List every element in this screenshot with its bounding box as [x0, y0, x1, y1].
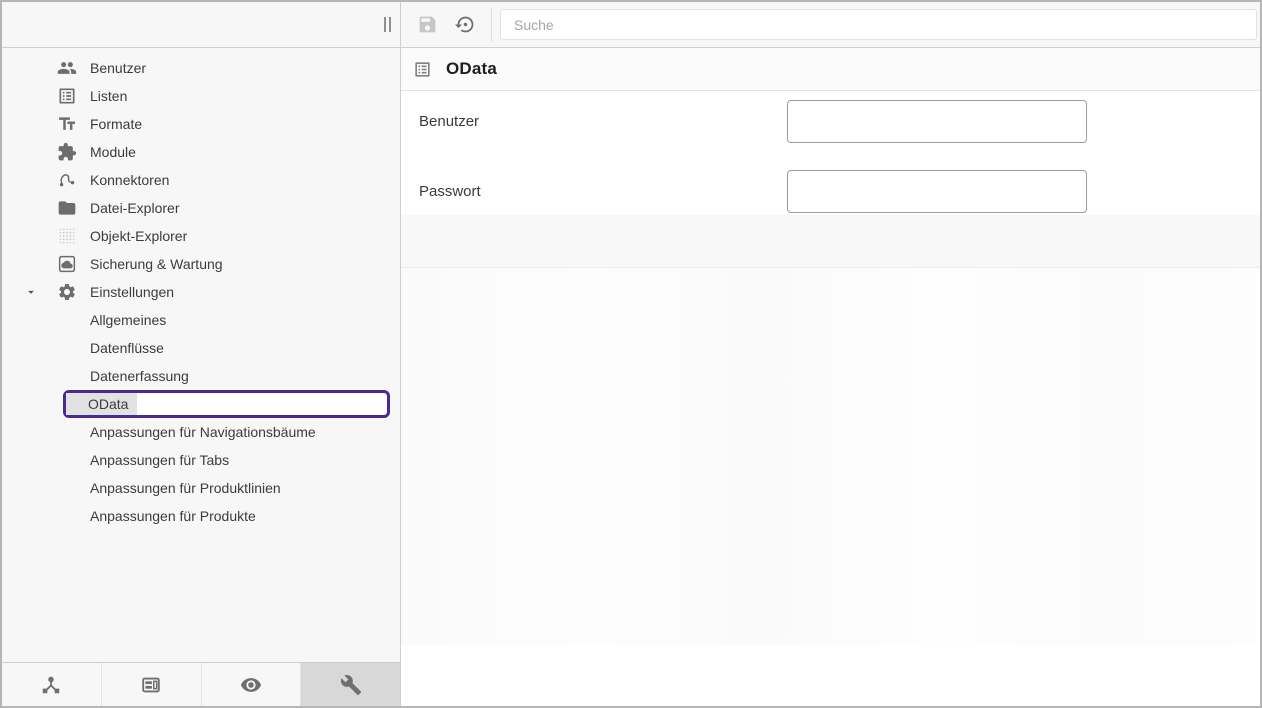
content-bottom-area [401, 645, 1260, 706]
sidebar-item-einstellungen[interactable]: Einstellungen [2, 278, 400, 306]
sidebar-item-datei-explorer[interactable]: Datei-Explorer [2, 194, 400, 222]
sidebar-item-formate[interactable]: Formate [2, 110, 400, 138]
sidebar-subitem-datenfluesse[interactable]: Datenflüsse [2, 334, 400, 362]
content-divider-band [401, 215, 1260, 268]
sidebar-subitem-label: Allgemeines [90, 312, 166, 328]
restore-button[interactable] [453, 13, 477, 37]
users-icon [57, 58, 77, 78]
dot-grid-icon [57, 226, 77, 246]
sidebar-item-module[interactable]: Module [2, 138, 400, 166]
sidebar-item-listen[interactable]: Listen [2, 82, 400, 110]
sidebar-item-label: Einstellungen [90, 284, 174, 300]
save-button[interactable] [415, 13, 439, 37]
tab-preview[interactable] [202, 663, 302, 706]
sidebar-item-label: Module [90, 144, 136, 160]
benutzer-input[interactable] [787, 100, 1087, 143]
sidebar-subitem-label: Anpassungen für Produktlinien [90, 480, 281, 496]
sidebar-subitem-label: Anpassungen für Navigationsbäume [90, 424, 316, 440]
sidebar-item-label: Datei-Explorer [90, 200, 179, 216]
chevron-down-icon[interactable] [24, 285, 38, 299]
sidebar-subitem-anpassungen-tabs[interactable]: Anpassungen für Tabs [2, 446, 400, 474]
sidebar-subitem-datenerfassung[interactable]: Datenerfassung [2, 362, 400, 390]
sidebar-subitem-label: Anpassungen für Tabs [90, 452, 229, 468]
sidebar-subitem-label: Datenflüsse [90, 340, 164, 356]
page-title: OData [446, 59, 497, 79]
cloud-backup-icon [57, 254, 77, 274]
sidebar: Benutzer Listen Formate [2, 48, 401, 706]
sidebar-item-label: Konnektoren [90, 172, 169, 188]
hierarchy-icon [40, 674, 62, 696]
sidebar-item-label: Benutzer [90, 60, 146, 76]
save-icon [417, 14, 438, 35]
top-toolbar [2, 2, 1260, 48]
sidebar-footer-tabs [2, 662, 400, 706]
layout-icon [140, 674, 162, 696]
benutzer-field-label: Benutzer [401, 113, 787, 130]
sidebar-subitem-anpassungen-produkte[interactable]: Anpassungen für Produkte [2, 502, 400, 530]
main-toolbar [401, 2, 1260, 47]
sidebar-toolbar [2, 2, 401, 47]
sidebar-item-label: Listen [90, 88, 127, 104]
folder-icon [57, 198, 77, 218]
sidebar-item-benutzer[interactable]: Benutzer [2, 54, 400, 82]
passwort-field-label: Passwort [401, 183, 787, 200]
sidebar-item-objekt-explorer[interactable]: Objekt-Explorer [2, 222, 400, 250]
main-header: OData [401, 48, 1260, 91]
sidebar-item-label: Objekt-Explorer [90, 228, 187, 244]
list-icon [57, 86, 77, 106]
tab-settings[interactable] [301, 663, 400, 706]
drag-handle-icon[interactable] [382, 15, 393, 34]
text-format-icon [57, 114, 77, 134]
odata-form: Benutzer Passwort [401, 91, 1260, 215]
wrench-icon [340, 674, 362, 696]
sidebar-item-sicherung-wartung[interactable]: Sicherung & Wartung [2, 250, 400, 278]
sidebar-item-label: Sicherung & Wartung [90, 256, 223, 272]
gear-icon [57, 282, 77, 302]
tab-hierarchy[interactable] [2, 663, 102, 706]
sidebar-item-label: Formate [90, 116, 142, 132]
puzzle-icon [57, 142, 77, 162]
form-row: Benutzer [401, 100, 1260, 143]
sidebar-subitem-label: Anpassungen für Produkte [90, 508, 256, 524]
sidebar-subitem-anpassungen-navigationsbaeume[interactable]: Anpassungen für Navigationsbäume [2, 418, 400, 446]
eye-icon [240, 674, 262, 696]
body: Benutzer Listen Formate [2, 48, 1260, 706]
toolbar-divider [491, 8, 492, 42]
list-icon [413, 60, 432, 79]
passwort-input[interactable] [787, 170, 1087, 213]
sidebar-item-konnektoren[interactable]: Konnektoren [2, 166, 400, 194]
sidebar-subitem-label: Datenerfassung [90, 368, 189, 384]
sidebar-subitem-anpassungen-produktlinien[interactable]: Anpassungen für Produktlinien [2, 474, 400, 502]
sidebar-subitem-allgemeines[interactable]: Allgemeines [2, 306, 400, 334]
search-input[interactable] [500, 9, 1257, 40]
connector-icon [57, 170, 77, 190]
history-restore-icon [455, 14, 476, 35]
form-row: Passwort [401, 170, 1260, 213]
main-panel: OData Benutzer Passwort [401, 48, 1260, 706]
tab-layout[interactable] [102, 663, 202, 706]
app-window: Benutzer Listen Formate [0, 0, 1262, 708]
content-empty-area [401, 268, 1260, 645]
sidebar-subitem-odata[interactable]: OData [63, 390, 390, 418]
sidebar-subitem-label-selected: OData [66, 393, 137, 415]
sidebar-nav: Benutzer Listen Formate [2, 48, 400, 662]
